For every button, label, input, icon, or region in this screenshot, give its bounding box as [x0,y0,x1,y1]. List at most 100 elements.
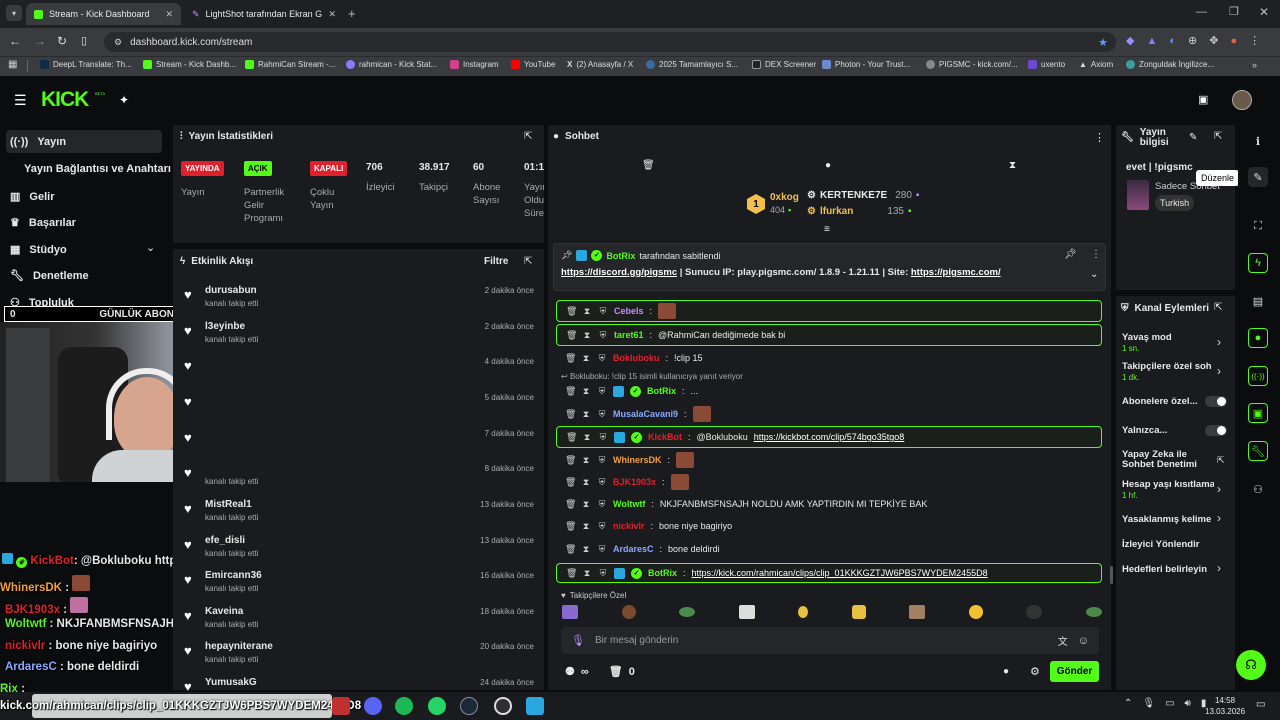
sidepanel-icon[interactable]: ▯ [81,34,87,47]
shield-icon[interactable]: ⛨ [597,353,607,364]
chevron-right-icon[interactable]: › [1217,335,1221,349]
bookmark-rahmican-stream[interactable]: RahmiCan Stream -... [245,60,335,69]
chevron-right-icon[interactable]: › [1217,561,1221,575]
support-headset-button[interactable]: ☊ [1236,650,1266,680]
chat-link[interactable]: https://kick.com/rahmican/clips/clip_01K… [692,568,988,578]
user-avatar[interactable] [1232,90,1252,110]
action-followers-only[interactable]: Takipçilere özel soh [1122,361,1214,372]
chat-icon[interactable]: ● [1248,328,1268,348]
action-account-age[interactable]: Hesap yaşı kısıtlama [1122,479,1214,490]
steam-icon[interactable] [460,697,478,715]
translate-icon[interactable]: 文 [1058,633,1068,648]
shield-icon[interactable]: ⛨ [598,432,608,443]
collapse-icon[interactable]: ≡ [824,224,830,235]
emote-icon[interactable] [851,605,866,619]
chat-username[interactable]: KickBot [648,432,682,442]
emote-icon[interactable] [621,605,636,619]
bookmark-kick-stats[interactable]: rahmican - Kick Stat... [346,60,437,69]
trash-icon[interactable]: 🗑︎ [565,477,576,488]
chat-mode-icon[interactable]: ● [825,160,831,171]
activity-user[interactable]: MistReal1 [205,499,252,510]
shield-icon[interactable]: ⛨ [597,544,607,555]
shield-icon[interactable]: ⛨ [597,386,607,397]
bookmark-uxento[interactable]: uxento [1028,60,1065,69]
shield-icon[interactable]: ⛨ [598,330,608,341]
extension-icon[interactable]: ▲ [1146,35,1157,47]
bookmark-kick-stream[interactable]: Stream - Kick Dashb... [143,60,236,69]
chat-username[interactable]: ArdaresC [613,544,654,554]
action-ai-moderation[interactable]: Yapay Zeka ile Sohbet Denetimi [1122,450,1202,470]
bolt-icon[interactable]: ϟ [1248,253,1268,273]
shield-icon[interactable]: ⛨ [597,499,607,510]
chat-username[interactable]: BJK1903x [613,477,656,487]
trash-icon[interactable]: 🗑︎ [565,521,576,532]
external-link-icon[interactable]: ⇱ [1217,455,1225,466]
extension-icon[interactable]: ◆ [1126,34,1134,47]
hourglass-icon[interactable]: ⧗ [582,432,592,443]
chat-username[interactable]: BotRix [648,568,677,578]
hamburger-icon[interactable]: ☰ [14,92,27,109]
chat-username[interactable]: taret61 [614,330,644,340]
action-slow-mode[interactable]: Yavaş mod [1122,332,1172,343]
chat-input[interactable]: 🎙︎ Bir mesaj gönderin 文 ☺ [561,627,1099,654]
more-bookmarks-icon[interactable]: » [1252,60,1257,70]
popout-icon[interactable]: ⇱ [1214,131,1222,142]
bookmark-deepl[interactable]: DeepL Translate: Th... [40,60,132,69]
chevron-up-icon[interactable]: ⌃ [1124,698,1132,709]
mic-icon[interactable]: 🎙︎ [571,634,585,647]
minimize-icon[interactable]: — [1196,6,1207,18]
chat-username[interactable]: Woltwtf [613,499,645,509]
chat-link[interactable]: https://kickbot.com/clip/574bgo35tgo8 [754,432,905,442]
bookmark-zonguldak[interactable]: Zonguldak İngilizce... [1126,60,1214,69]
sidebar-item-studyo[interactable]: ▦ Stüdyo [10,243,67,257]
chat-username[interactable]: BotRix [647,386,676,396]
chevron-right-icon[interactable]: › [1217,482,1221,496]
emote-icon[interactable] [909,605,926,619]
chat-username[interactable]: WhinersDK [613,455,662,465]
bookmark-photon[interactable]: Photon - Your Trust... [822,60,910,69]
shield-icon[interactable]: ⛨ [598,306,608,317]
edit-pencil-icon[interactable]: ✎ [1189,132,1197,143]
bookmark-tamamlayici[interactable]: 2025 Tamamlayıcı S... [646,60,738,69]
action-banned-words[interactable]: Yasaklanmış kelime [1122,514,1214,525]
menu-kebab-icon[interactable]: ⋮ [1249,34,1260,47]
action-host[interactable]: İzleyici Yönlendir [1122,539,1199,550]
community-icon[interactable]: ⚇ [1248,479,1268,499]
trash-icon[interactable]: 🗑︎ [566,330,577,341]
volume-icon[interactable]: 🔊︎ [1185,698,1191,709]
hourglass-icon[interactable]: ⧗ [582,330,592,341]
sidebar-item-yayin[interactable]: ((·)) Yayın [10,136,66,148]
activity-user[interactable]: hepayniterane [205,641,273,652]
sidebar-item-denetleme[interactable]: 🔧︎ Denetleme [10,269,89,283]
fullscreen-icon[interactable]: ⛶ [1248,216,1268,236]
wrench-icon[interactable]: 🔧︎ [1248,441,1268,461]
shield-icon[interactable]: ⛨ [597,455,607,466]
extension-icon[interactable]: ⊕ [1188,34,1197,47]
discord-icon[interactable] [364,697,382,715]
shield-icon[interactable]: ⛨ [598,568,608,579]
chat-bubble-icon[interactable]: ● [1003,666,1009,677]
bookmark-instagram[interactable]: Instagram [450,60,499,69]
users-icon[interactable]: ⚉ [565,665,575,678]
bookmark-youtube[interactable]: YouTube [511,60,555,69]
activity-user[interactable]: efe_disli [205,535,245,546]
hourglass-icon[interactable]: ⧗ [581,455,591,466]
network-icon[interactable]: ▭ [1165,698,1174,709]
trash-icon[interactable]: 🗑︎ [565,499,576,510]
document-icon[interactable]: ▤ [1248,291,1268,311]
wallet-icon[interactable]: ▣ [1198,93,1208,106]
emoji-icon[interactable]: ☺ [1078,635,1089,647]
spotify-icon[interactable] [395,697,413,715]
shield-icon[interactable]: ⛨ [597,409,607,420]
hourglass-icon[interactable]: ⧗ [581,409,591,420]
chevron-down-icon[interactable]: ⌄ [146,241,155,254]
settings-gear-icon[interactable]: ⚙ [1030,665,1040,678]
close-icon[interactable]: ✕ [328,9,336,20]
discord-link[interactable]: https://discord.gg/pigsmc [561,267,677,278]
emote-icon[interactable] [562,605,578,619]
send-button[interactable]: Gönder [1050,661,1099,682]
broadcast-icon[interactable]: ((·)) [1248,366,1268,386]
hourglass-icon[interactable]: ⧗ [581,544,591,555]
bookmark-star-icon[interactable]: ★ [1098,36,1108,49]
forward-icon[interactable]: → [34,34,46,48]
